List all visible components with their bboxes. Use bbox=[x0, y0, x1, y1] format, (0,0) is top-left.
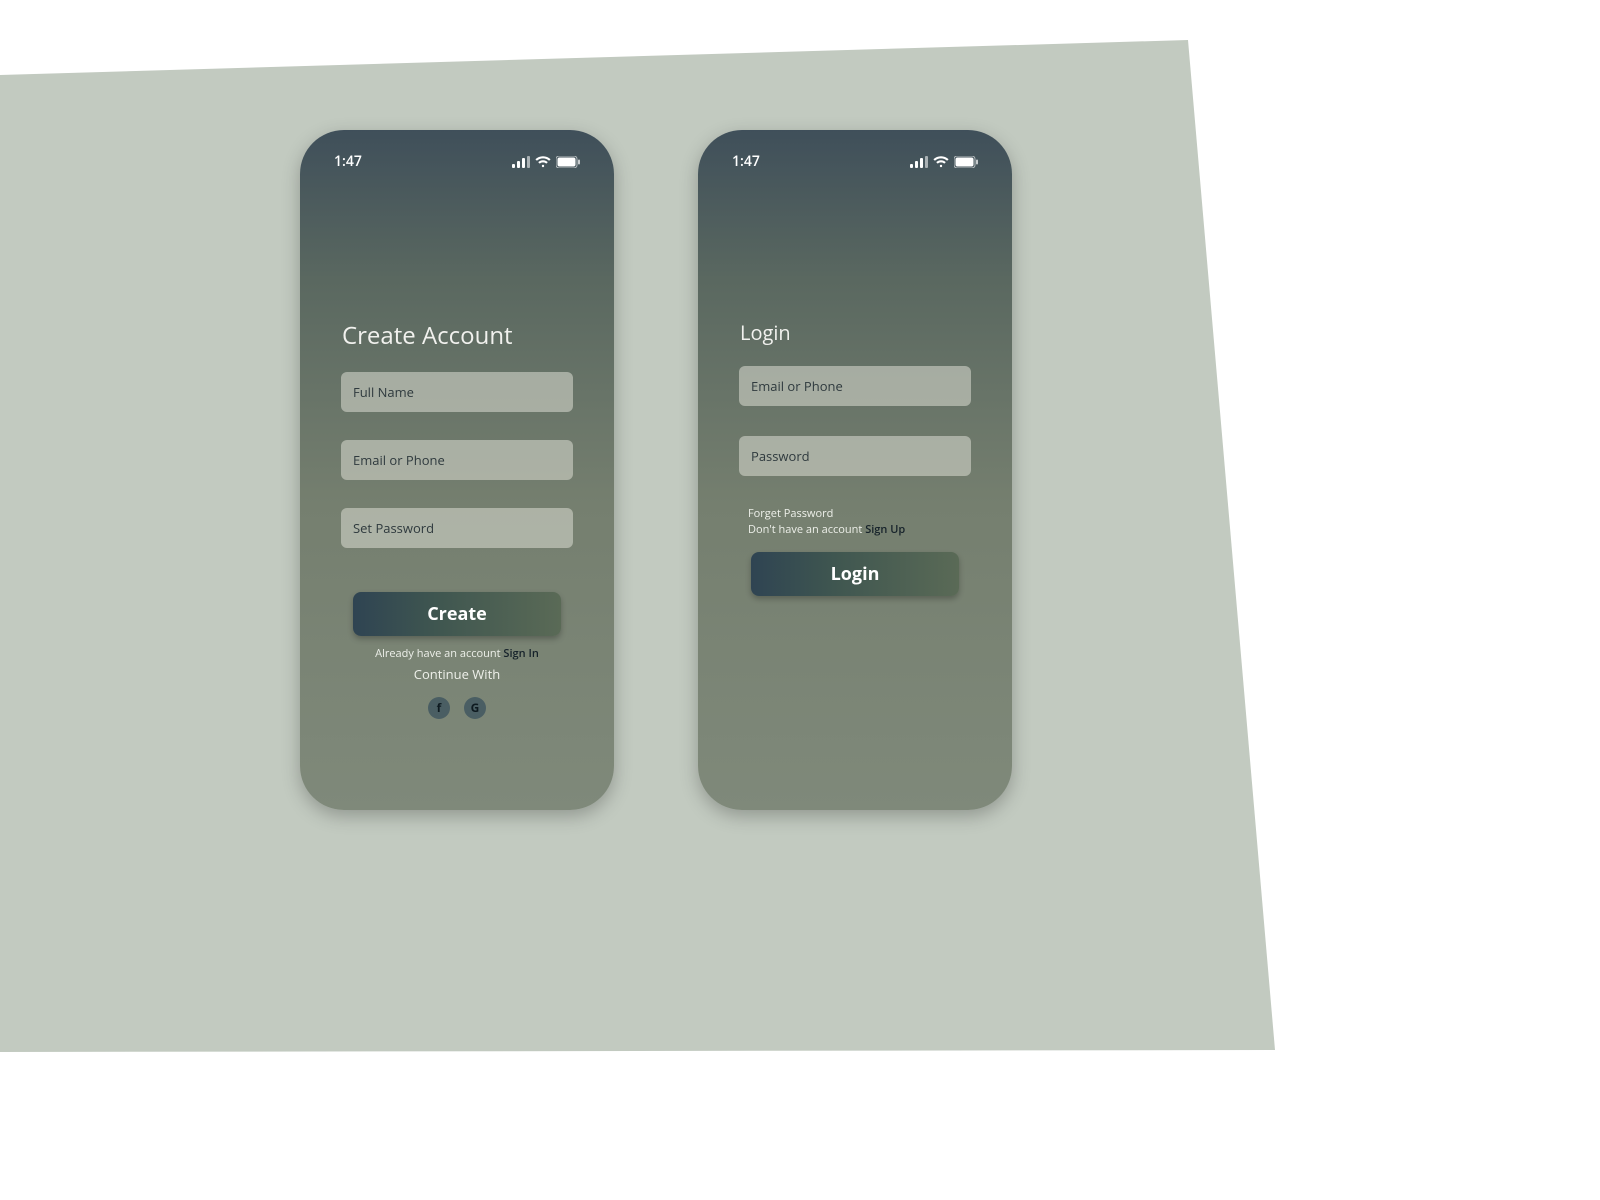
page-title: Login bbox=[740, 319, 990, 346]
sign-in-link[interactable]: Sign In bbox=[503, 646, 538, 661]
set-password-field[interactable]: Set Password bbox=[341, 508, 573, 548]
login-password-field[interactable]: Password bbox=[739, 436, 971, 476]
create-button-label: Create bbox=[427, 602, 487, 626]
status-bar: 1:47 bbox=[720, 148, 990, 171]
battery-icon bbox=[556, 156, 580, 168]
status-time: 1:47 bbox=[334, 152, 362, 171]
cellular-icon bbox=[512, 156, 530, 168]
status-icons bbox=[910, 156, 978, 168]
login-password-placeholder: Password bbox=[751, 447, 810, 465]
status-icons bbox=[512, 156, 580, 168]
sign-up-link[interactable]: Sign Up bbox=[865, 522, 905, 537]
full-name-placeholder: Full Name bbox=[353, 383, 414, 401]
wifi-icon bbox=[535, 156, 551, 168]
login-button[interactable]: Login bbox=[751, 552, 959, 596]
phone-create-account: 1:47 Create Account Full Name Email or P… bbox=[300, 130, 614, 810]
no-account-line: Don't have an account Sign Up bbox=[748, 522, 990, 538]
create-button[interactable]: Create bbox=[353, 592, 561, 636]
wifi-icon bbox=[933, 156, 949, 168]
forget-password-link[interactable]: Forget Password bbox=[748, 506, 990, 522]
login-email-or-phone-placeholder: Email or Phone bbox=[751, 377, 843, 395]
already-have-account-text: Already have an account bbox=[375, 646, 503, 661]
google-icon[interactable]: G bbox=[464, 697, 486, 719]
battery-icon bbox=[954, 156, 978, 168]
login-email-or-phone-field[interactable]: Email or Phone bbox=[739, 366, 971, 406]
social-row: f G bbox=[322, 697, 592, 719]
full-name-field[interactable]: Full Name bbox=[341, 372, 573, 412]
phone-login: 1:47 Login Email or Phone Password Forge… bbox=[698, 130, 1012, 810]
continue-with-label: Continue With bbox=[322, 665, 592, 683]
set-password-placeholder: Set Password bbox=[353, 519, 434, 537]
phone-row: 1:47 Create Account Full Name Email or P… bbox=[300, 130, 1012, 810]
no-account-text: Don't have an account bbox=[748, 522, 865, 537]
status-bar: 1:47 bbox=[322, 148, 592, 171]
facebook-icon[interactable]: f bbox=[428, 697, 450, 719]
cellular-icon bbox=[910, 156, 928, 168]
already-have-account-line: Already have an account Sign In bbox=[322, 646, 592, 663]
status-time: 1:47 bbox=[732, 152, 760, 171]
email-or-phone-field[interactable]: Email or Phone bbox=[341, 440, 573, 480]
login-button-label: Login bbox=[831, 562, 880, 586]
email-or-phone-placeholder: Email or Phone bbox=[353, 451, 445, 469]
page-title: Create Account bbox=[342, 319, 592, 352]
